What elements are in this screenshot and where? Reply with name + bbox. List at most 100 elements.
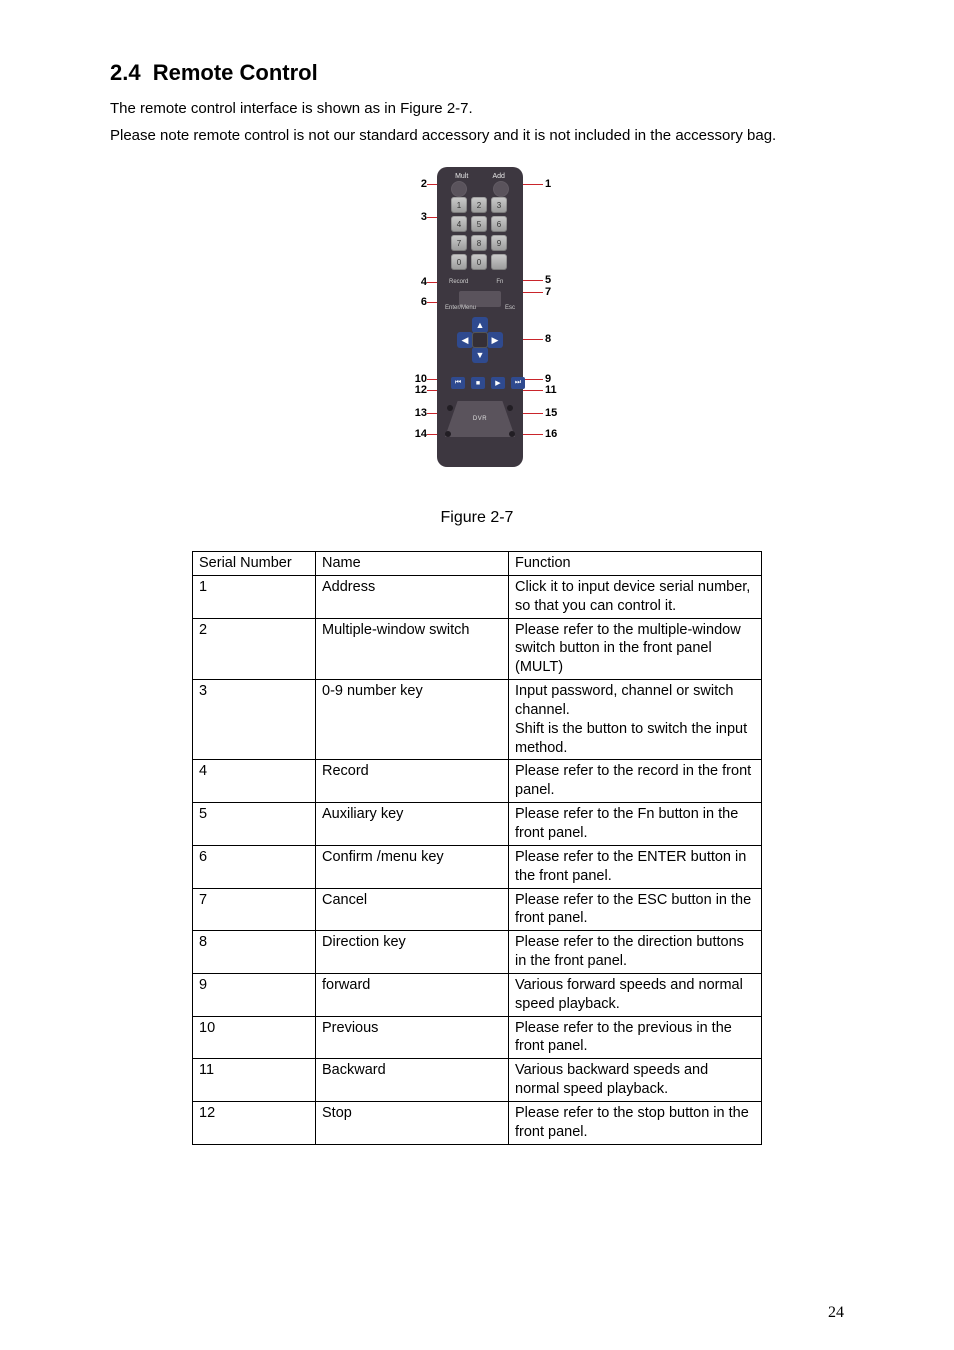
cell-sn: 3: [193, 680, 316, 760]
section-title-text: Remote Control: [153, 60, 318, 85]
table-header: Serial Number: [193, 552, 316, 576]
cell-sn: 4: [193, 760, 316, 803]
direction-pad: ▲ ▼ ◀ ▶: [457, 317, 503, 363]
cell-name: Stop: [316, 1101, 509, 1144]
table-row: 6 Confirm /menu key Please refer to the …: [193, 845, 762, 888]
table-header: Name: [316, 552, 509, 576]
callout-label-2: 2: [397, 179, 427, 190]
cell-sn: 12: [193, 1101, 316, 1144]
prev-icon: ⏮: [451, 377, 465, 389]
intro-paragraph-2: Please note remote control is not our st…: [110, 125, 844, 148]
numkey: 5: [471, 216, 487, 232]
cell-name: Direction key: [316, 931, 509, 974]
cell-fn: Please refer to the ESC button in the fr…: [509, 888, 762, 931]
callout-label-6: 6: [397, 297, 427, 308]
play-icon: ▶: [491, 377, 505, 389]
cell-name: Multiple-window switch: [316, 618, 509, 680]
remote-lower-panel: DVR: [445, 401, 515, 437]
dpad-right-icon: ▶: [487, 332, 503, 348]
cell-fn: Please refer to the multiple-window swit…: [509, 618, 762, 680]
record-label: Record: [449, 279, 468, 285]
section-heading: 2.4 Remote Control: [110, 60, 844, 86]
callout-label-15: 15: [545, 408, 575, 419]
cell-name: Confirm /menu key: [316, 845, 509, 888]
numkey: 7: [451, 235, 467, 251]
cell-fn: Various backward speeds and normal speed…: [509, 1059, 762, 1102]
remote-small-labels: Record Fn: [449, 279, 503, 285]
numkey: 3: [491, 197, 507, 213]
enter-menu-label: Enter/Menu: [445, 305, 476, 311]
add-button-icon: [493, 181, 509, 197]
numpad: 1 2 3 4 5 6 7 8 9 0 0: [451, 197, 507, 270]
numkey: 6: [491, 216, 507, 232]
callout-label-5: 5: [545, 275, 575, 286]
dpad-down-icon: ▼: [472, 347, 488, 363]
remote-control-diagram: 2 3 4 6 10 12 13 14 1 5 7 8 9 11 15 16: [327, 167, 627, 487]
cell-fn: Please refer to the stop button in the f…: [509, 1101, 762, 1144]
numkey: 9: [491, 235, 507, 251]
cell-name: 0-9 number key: [316, 680, 509, 760]
cell-fn: Please refer to the Fn button in the fro…: [509, 803, 762, 846]
cell-sn: 9: [193, 973, 316, 1016]
numkey: 2: [471, 197, 487, 213]
numkey: 8: [471, 235, 487, 251]
cell-fn: Please refer to the previous in the fron…: [509, 1016, 762, 1059]
cell-name: Auxiliary key: [316, 803, 509, 846]
table-header-row: Serial Number Name Function: [193, 552, 762, 576]
remote-brand-label: DVR: [473, 416, 487, 422]
remote-body: Mult Add 1 2 3 4 5 6 7 8 9 0 0: [437, 167, 523, 467]
esc-label: Esc: [505, 305, 515, 311]
table-row: 9 forward Various forward speeds and nor…: [193, 973, 762, 1016]
remote-top-labels: Mult Add: [437, 173, 523, 180]
numkey: 0: [451, 254, 467, 270]
cell-fn: Please refer to the ENTER button in the …: [509, 845, 762, 888]
jack-right-icon: [507, 405, 513, 411]
cell-fn: Please refer to the record in the front …: [509, 760, 762, 803]
cell-sn: 5: [193, 803, 316, 846]
numkey: 0: [471, 254, 487, 270]
cell-name: Backward: [316, 1059, 509, 1102]
callout-label-16: 16: [545, 429, 575, 440]
cell-sn: 11: [193, 1059, 316, 1102]
callout-label-12: 12: [397, 385, 427, 396]
table-row: 5 Auxiliary key Please refer to the Fn b…: [193, 803, 762, 846]
table-row: 11 Backward Various backward speeds and …: [193, 1059, 762, 1102]
cell-fn: Please refer to the direction buttons in…: [509, 931, 762, 974]
dpad-center-icon: [472, 332, 488, 348]
add-label: Add: [492, 173, 504, 180]
table-row: 4 Record Please refer to the record in t…: [193, 760, 762, 803]
fn-label: Fn: [496, 279, 503, 285]
stop-icon: ■: [471, 377, 485, 389]
jack-left2-icon: [445, 431, 451, 437]
section-number: 2.4: [110, 60, 141, 85]
dpad-left-icon: ◀: [457, 332, 473, 348]
cell-fn: Various forward speeds and normal speed …: [509, 973, 762, 1016]
figure-caption: Figure 2-7: [441, 509, 514, 527]
cell-name: Record: [316, 760, 509, 803]
callout-label-4: 4: [397, 277, 427, 288]
callout-label-1: 1: [545, 179, 575, 190]
callout-label-14: 14: [397, 429, 427, 440]
table-row: 10 Previous Please refer to the previous…: [193, 1016, 762, 1059]
dpad-up-icon: ▲: [472, 317, 488, 333]
table-row: 1 Address Click it to input device seria…: [193, 575, 762, 618]
mult-button-icon: [451, 181, 467, 197]
table-row: 8 Direction key Please refer to the dire…: [193, 931, 762, 974]
cell-sn: 1: [193, 575, 316, 618]
next-icon: ⏭: [511, 377, 525, 389]
callout-label-7: 7: [545, 287, 575, 298]
callout-label-13: 13: [397, 408, 427, 419]
cell-sn: 6: [193, 845, 316, 888]
cell-fn: Input password, channel or switch channe…: [509, 680, 762, 760]
playback-row: ⏮ ■ ▶ ⏭: [451, 377, 525, 389]
cell-name: forward: [316, 973, 509, 1016]
numkey: [491, 254, 507, 270]
table-row: 2 Multiple-window switch Please refer to…: [193, 618, 762, 680]
page-number: 24: [828, 1304, 844, 1322]
table-row: 7 Cancel Please refer to the ESC button …: [193, 888, 762, 931]
numkey: 1: [451, 197, 467, 213]
jack-left-icon: [447, 405, 453, 411]
intro-paragraph-1: The remote control interface is shown as…: [110, 98, 844, 121]
reference-table: Serial Number Name Function 1 Address Cl…: [192, 551, 762, 1145]
cell-sn: 8: [193, 931, 316, 974]
